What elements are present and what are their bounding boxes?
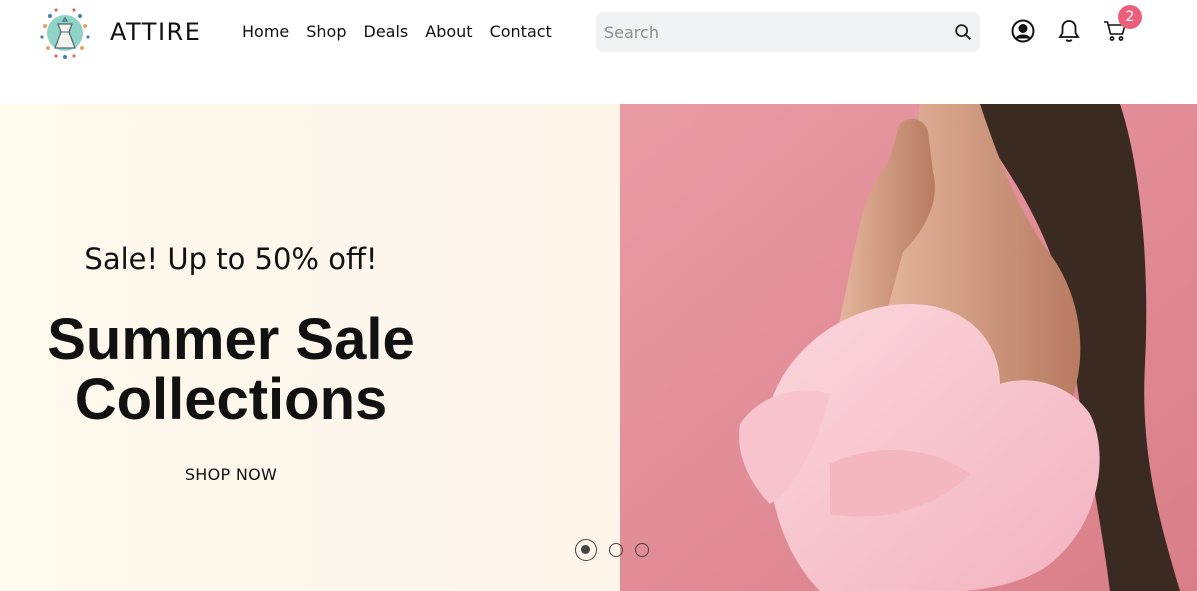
main-nav: Home Shop Deals About Contact	[242, 22, 569, 42]
nav-item-deals[interactable]: Deals	[364, 22, 409, 42]
search-icon[interactable]	[952, 21, 974, 43]
brand-name[interactable]: ATTIRE	[110, 18, 201, 46]
nav-item-about[interactable]: About	[425, 22, 472, 42]
carousel-dot-2[interactable]	[609, 543, 623, 557]
user-icon[interactable]	[1010, 18, 1036, 44]
hero-image	[620, 104, 1197, 591]
shop-now-button[interactable]: SHOP NOW	[0, 465, 462, 484]
nav-item-shop[interactable]: Shop	[306, 22, 346, 42]
hero-subtitle: Sale! Up to 50% off!	[84, 242, 378, 276]
hero-title-line-2: Collections	[74, 367, 388, 432]
nav-item-contact[interactable]: Contact	[490, 22, 552, 42]
bell-icon[interactable]	[1056, 18, 1082, 44]
hero-banner: Sale! Up to 50% off! Summer Sale Collect…	[0, 104, 1197, 591]
hero-text-panel: Sale! Up to 50% off! Summer Sale Collect…	[0, 104, 620, 591]
cart-count-badge: 2	[1118, 5, 1142, 29]
brand-logo[interactable]	[36, 4, 94, 62]
nav-item-home[interactable]: Home	[242, 22, 289, 42]
site-header: ATTIRE Home Shop Deals About Contact 2	[0, 0, 1197, 104]
carousel-dot-1[interactable]	[575, 539, 597, 561]
hero-title-line-1: Summer Sale	[47, 307, 415, 372]
carousel-dot-3[interactable]	[635, 543, 649, 557]
search-input[interactable]	[596, 12, 936, 52]
model-photo-illustration	[620, 104, 1197, 591]
search-bar	[596, 12, 980, 52]
hero-title: Summer Sale Collections	[0, 310, 462, 430]
carousel-indicators	[575, 539, 661, 561]
